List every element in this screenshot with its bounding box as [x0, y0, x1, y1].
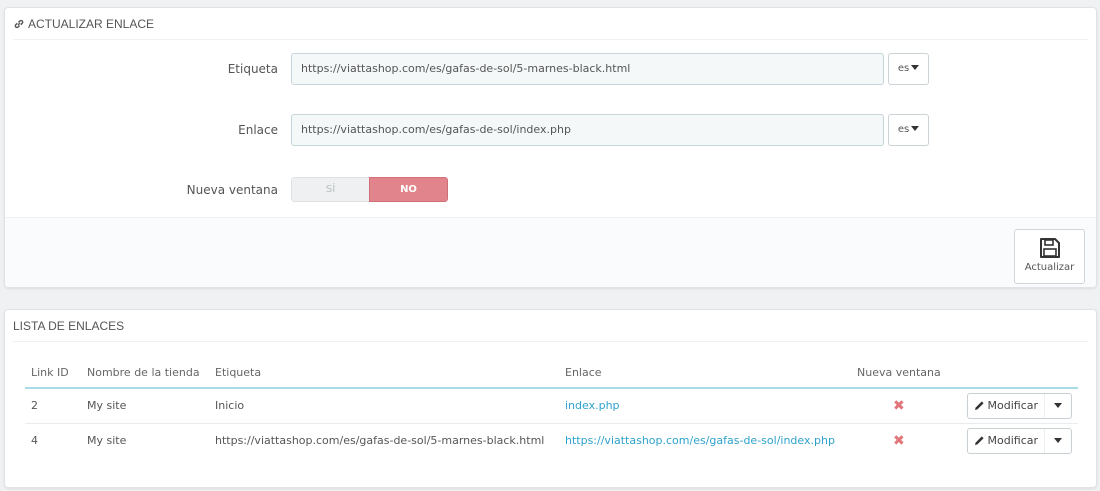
edit-button[interactable]: Modificar: [968, 393, 1045, 418]
close-icon: ✖: [851, 388, 947, 424]
table-row: 2 My site Inicio index.php ✖ Modificar: [25, 388, 1078, 424]
link-row: Enlace https://viattashop.com/es/gafas-d…: [5, 114, 1096, 146]
edit-button-label: Modificar: [987, 434, 1039, 448]
link-list-panel: LISTA DE ENLACES Link ID Nombre de la ti…: [4, 309, 1097, 488]
column-header-new-window[interactable]: Nueva ventana: [851, 358, 947, 389]
cell-actions: Modificar: [946, 388, 1078, 424]
chevron-down-icon: [911, 64, 920, 70]
new-window-row: Nueva ventana SÍ NO: [5, 177, 1096, 209]
pencil-icon: [974, 436, 984, 446]
column-header-link-id[interactable]: Link ID: [25, 358, 81, 389]
cell-link-id: 2: [25, 388, 81, 424]
chevron-down-icon: [911, 125, 920, 131]
link-list-heading: LISTA DE ENLACES: [13, 310, 1088, 342]
cell-link[interactable]: https://viattashop.com/es/gafas-de-sol/i…: [559, 423, 851, 458]
new-window-no-option[interactable]: NO: [369, 177, 448, 202]
update-button[interactable]: Actualizar: [1014, 229, 1085, 284]
chevron-down-icon: [1054, 403, 1062, 409]
cell-link-id: 4: [31, 434, 38, 448]
cell-shop-name: My site: [87, 434, 127, 448]
row-actions-dropdown-toggle[interactable]: [1045, 429, 1071, 453]
column-header-link[interactable]: Enlace: [559, 358, 851, 389]
table-header-row: Link ID Nombre de la tienda Etiqueta Enl…: [25, 358, 1078, 389]
table-row: 4 My site https://viattashop.com/es/gafa…: [25, 423, 1078, 458]
column-header-shop-name[interactable]: Nombre de la tienda: [81, 358, 209, 389]
label-input[interactable]: https://viattashop.com/es/gafas-de-sol/5…: [291, 53, 884, 85]
links-table: Link ID Nombre de la tienda Etiqueta Enl…: [25, 358, 1078, 458]
cell-shop-name: My site: [81, 388, 209, 424]
column-header-label[interactable]: Etiqueta: [209, 358, 559, 389]
update-link-heading: ACTUALIZAR ENLACE: [13, 8, 1088, 40]
link-icon: [14, 19, 24, 28]
edit-button-label: Modificar: [987, 399, 1039, 413]
row-actions-group: Modificar: [966, 392, 1072, 419]
update-panel-footer: Actualizar: [5, 217, 1096, 287]
cell-label: Inicio: [209, 388, 559, 424]
edit-button[interactable]: Modificar: [968, 428, 1045, 453]
pencil-icon: [974, 401, 984, 411]
update-button-label: Actualizar: [1024, 262, 1075, 273]
link-input[interactable]: https://viattashop.com/es/gafas-de-sol/i…: [291, 114, 884, 146]
link-list-title: LISTA DE ENLACES: [13, 318, 125, 333]
new-window-switch[interactable]: SÍ NO: [291, 177, 448, 202]
new-window-yes-option[interactable]: SÍ: [291, 177, 369, 202]
cell-actions: Modificar: [947, 423, 1078, 458]
cell-link[interactable]: index.php: [559, 388, 851, 424]
link-language-dropdown[interactable]: es: [888, 114, 929, 146]
update-link-panel: ACTUALIZAR ENLACE Etiqueta https://viatt…: [4, 7, 1097, 288]
cell-label: https://viattashop.com/es/gafas-de-sol/5…: [215, 434, 545, 448]
label-language-dropdown[interactable]: es: [888, 53, 929, 85]
label-row: Etiqueta https://viattashop.com/es/gafas…: [5, 53, 1096, 85]
column-header-actions: [946, 358, 1078, 389]
close-icon: ✖: [893, 432, 905, 449]
link-field-label: Enlace: [238, 123, 278, 137]
new-window-label: Nueva ventana: [186, 183, 278, 197]
chevron-down-icon: [1054, 438, 1062, 444]
save-icon: [1039, 238, 1060, 258]
update-link-title: ACTUALIZAR ENLACE: [28, 16, 155, 31]
label-field-label: Etiqueta: [227, 62, 278, 76]
link-language-value: es: [897, 124, 910, 135]
row-actions-group: Modificar: [966, 427, 1072, 454]
row-actions-dropdown-toggle[interactable]: [1045, 394, 1071, 418]
label-language-value: es: [897, 63, 910, 74]
